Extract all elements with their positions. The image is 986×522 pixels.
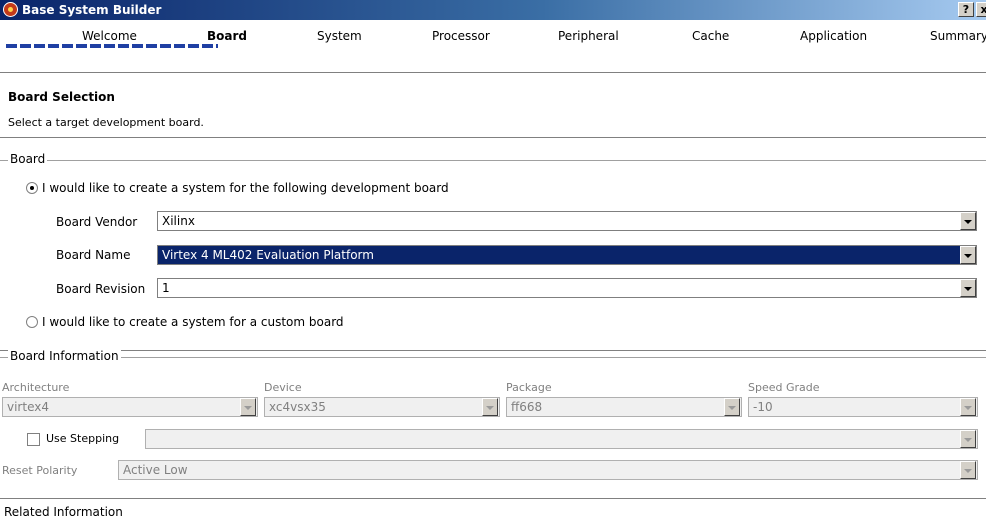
package-dropdown-icon[interactable] (724, 398, 740, 416)
radio-custom-board-label: I would like to create a system for a cu… (42, 315, 344, 329)
page-title: Board Selection (8, 90, 115, 104)
use-stepping-select[interactable] (145, 429, 978, 449)
reset-polarity-select[interactable]: Active Low (118, 460, 978, 480)
page-description: Select a target development board. (8, 116, 204, 129)
step-summary[interactable]: Summary (930, 29, 986, 43)
step-application[interactable]: Application (800, 29, 867, 43)
app-icon (3, 2, 18, 17)
use-stepping-label: Use Stepping (46, 432, 120, 445)
page-header: Board Selection Select a target developm… (0, 72, 986, 138)
architecture-select[interactable]: virtex4 (2, 397, 258, 417)
radio-unchecked-icon[interactable] (26, 316, 38, 328)
board-revision-select[interactable]: 1 (157, 278, 977, 298)
related-information-bar: Related Information (0, 498, 986, 522)
device-dropdown-icon[interactable] (482, 398, 498, 416)
step-board[interactable]: Board (207, 29, 247, 43)
wizard-steps: Welcome Board System Processor Periphera… (0, 20, 986, 58)
speed-grade-select[interactable]: -10 (748, 397, 978, 417)
window-title: Base System Builder (22, 3, 162, 17)
step-welcome[interactable]: Welcome (82, 29, 137, 43)
help-button[interactable]: ? (958, 2, 974, 17)
use-stepping-dropdown-icon[interactable] (960, 430, 976, 448)
use-stepping-checkbox[interactable] (27, 433, 40, 446)
board-vendor-dropdown-icon[interactable] (960, 212, 976, 230)
step-cache[interactable]: Cache (692, 29, 729, 43)
package-label: Package (506, 381, 552, 394)
board-info-group-line (0, 357, 986, 358)
board-vendor-select[interactable]: Xilinx (157, 211, 977, 231)
board-info-title: Board Information (8, 349, 121, 363)
board-name-select[interactable]: Virtex 4 ML402 Evaluation Platform (157, 245, 977, 265)
speed-grade-label: Speed Grade (748, 381, 820, 394)
radio-development-board[interactable]: I would like to create a system for the … (26, 181, 449, 195)
architecture-label: Architecture (2, 381, 70, 394)
board-name-dropdown-icon[interactable] (960, 246, 976, 264)
speed-grade-dropdown-icon[interactable] (960, 398, 976, 416)
device-label: Device (264, 381, 302, 394)
reset-polarity-dropdown-icon[interactable] (960, 461, 976, 479)
wizard-progress-bar (6, 44, 218, 48)
step-peripheral[interactable]: Peripheral (558, 29, 619, 43)
radio-custom-board[interactable]: I would like to create a system for a cu… (26, 315, 344, 329)
step-processor[interactable]: Processor (432, 29, 490, 43)
architecture-dropdown-icon[interactable] (240, 398, 256, 416)
close-button[interactable]: x (976, 2, 986, 17)
board-vendor-label: Board Vendor (56, 215, 138, 229)
related-information-label[interactable]: Related Information (4, 505, 123, 519)
board-group-divider (0, 160, 986, 161)
window-title-bar[interactable]: Base System Builder ? x (0, 0, 986, 20)
board-info-divider (0, 350, 986, 351)
reset-polarity-label: Reset Polarity (2, 464, 78, 477)
board-name-label: Board Name (56, 248, 131, 262)
radio-checked-icon[interactable] (26, 182, 38, 194)
step-system[interactable]: System (317, 29, 362, 43)
package-select[interactable]: ff668 (506, 397, 742, 417)
board-revision-label: Board Revision (56, 282, 146, 296)
board-revision-dropdown-icon[interactable] (960, 279, 976, 297)
radio-development-board-label: I would like to create a system for the … (42, 181, 449, 195)
board-group-title: Board (8, 152, 48, 166)
device-select[interactable]: xc4vsx35 (264, 397, 500, 417)
